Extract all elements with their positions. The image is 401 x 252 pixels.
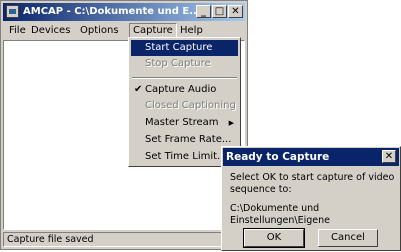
menu-item-master-stream[interactable]: Master Stream ▶: [131, 115, 238, 131]
menu-help[interactable]: Help: [177, 24, 206, 37]
minimize-button[interactable]: _: [196, 5, 211, 18]
menu-item-label: Start Capture: [145, 42, 213, 53]
menu-item-capture-audio[interactable]: ✔ Capture Audio: [131, 82, 238, 98]
menu-item-start-capture[interactable]: Start Capture: [131, 40, 238, 56]
ready-to-capture-dialog: Ready to Capture ✕ Select OK to start ca…: [221, 146, 401, 251]
menu-item-label: Set Frame Rate...: [145, 134, 232, 145]
menu-options[interactable]: Options: [77, 24, 122, 37]
window-titlebar[interactable]: AMCAP - C:\Dokumente und E... _ □ ✕: [3, 3, 245, 21]
menu-item-label: Closed Captioning: [145, 100, 236, 111]
checkmark-icon: ✔: [134, 84, 143, 95]
menu-item-stop-capture: Stop Capture: [131, 56, 238, 72]
dialog-path: C:\Dokumente und Einstellungen\Eigene: [230, 203, 395, 227]
menu-capture[interactable]: Capture: [129, 23, 177, 38]
menu-item-label: Master Stream: [145, 117, 219, 128]
menu-separator: [132, 77, 237, 79]
menu-item-label: Capture Audio: [145, 84, 217, 95]
menu-item-label: Stop Capture: [145, 58, 211, 69]
dialog-path-line1: C:\Dokumente und: [230, 203, 320, 214]
ok-button[interactable]: OK: [243, 228, 305, 248]
menu-file[interactable]: File: [6, 24, 29, 37]
dialog-path-line2: Einstellungen\Eigene: [230, 215, 330, 226]
menu-item-label: Set Time Limit...: [145, 151, 227, 162]
dialog-titlebar[interactable]: Ready to Capture ✕: [223, 148, 399, 166]
app-icon[interactable]: [6, 5, 19, 18]
status-text: Capture file saved: [7, 234, 94, 245]
menu-item-closed-captioning: Closed Captioning: [131, 98, 238, 114]
status-bar: Capture file saved: [3, 232, 245, 247]
dialog-message: Select OK to start capture of video sequ…: [230, 172, 395, 195]
menu-devices[interactable]: Devices: [28, 24, 73, 37]
submenu-arrow-icon: ▶: [228, 119, 234, 127]
maximize-button[interactable]: □: [212, 5, 227, 18]
dialog-close-button[interactable]: ✕: [382, 150, 396, 163]
cancel-button[interactable]: Cancel: [318, 229, 378, 247]
window-title: AMCAP - C:\Dokumente und E...: [23, 6, 201, 17]
close-button[interactable]: ✕: [228, 5, 243, 18]
dialog-title: Ready to Capture: [226, 151, 330, 163]
